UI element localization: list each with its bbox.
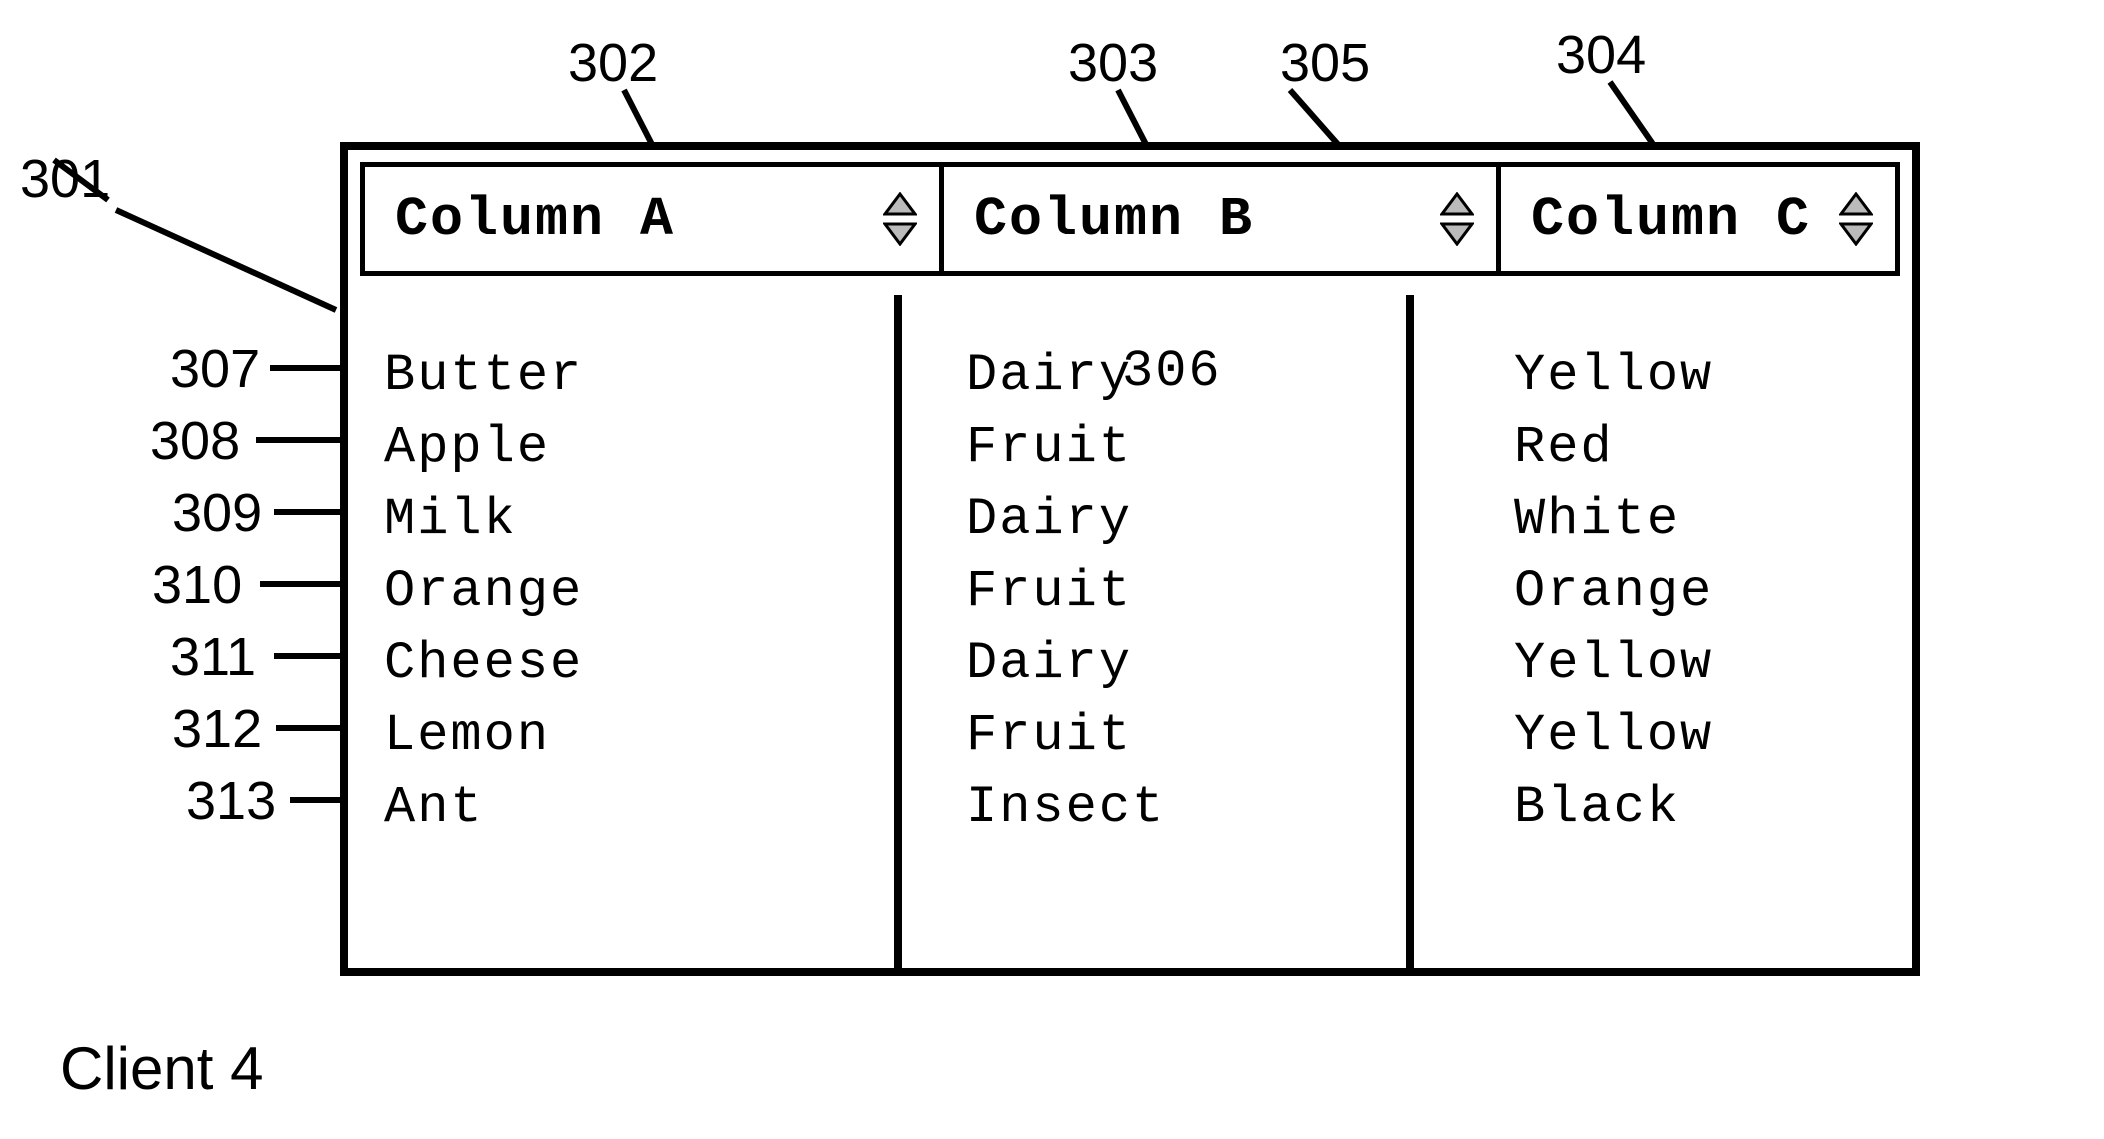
- column-b-label: Column B: [974, 188, 1254, 251]
- ref-301: 301: [20, 152, 110, 206]
- cell-a: Lemon: [348, 699, 930, 771]
- column-c-label: Column C: [1531, 188, 1811, 251]
- ref-307: 307: [170, 342, 260, 396]
- cell-c: Orange: [1478, 555, 1912, 627]
- figure-caption: Client 4: [60, 1034, 263, 1103]
- ref-312: 312: [172, 702, 262, 756]
- sort-control-b[interactable]: [1440, 192, 1474, 246]
- cell-b: Insect: [930, 771, 1478, 843]
- table-row: Ant Insect Black: [348, 771, 1912, 843]
- ref-308: 308: [150, 414, 240, 468]
- sort-down-icon[interactable]: [1440, 222, 1474, 246]
- ref-311: 311: [170, 630, 256, 684]
- cell-b: Fruit: [930, 555, 1478, 627]
- table-body: Butter Dairy Yellow Apple Fruit Red Milk…: [348, 295, 1912, 968]
- cell-b: Dairy: [930, 483, 1478, 555]
- cell-c: Yellow: [1478, 627, 1912, 699]
- column-a-label: Column A: [395, 188, 675, 251]
- sort-control-c[interactable]: [1839, 192, 1873, 246]
- ref-302: 302: [568, 36, 658, 90]
- cell-c: Yellow: [1478, 339, 1912, 411]
- sort-down-icon[interactable]: [883, 222, 917, 246]
- sort-up-icon[interactable]: [883, 192, 917, 216]
- cell-a: Apple: [348, 411, 930, 483]
- table-row: Butter Dairy Yellow: [348, 339, 1912, 411]
- cell-b: Dairy: [930, 339, 1478, 411]
- table-row: Lemon Fruit Yellow: [348, 699, 1912, 771]
- cell-a: Orange: [348, 555, 930, 627]
- cell-c: Black: [1478, 771, 1912, 843]
- table-row: Cheese Dairy Yellow: [348, 627, 1912, 699]
- ref-304: 304: [1556, 28, 1646, 82]
- cell-c: Yellow: [1478, 699, 1912, 771]
- ref-310: 310: [152, 558, 242, 612]
- ref-309: 309: [172, 486, 262, 540]
- cell-c: White: [1478, 483, 1912, 555]
- column-header-c[interactable]: Column C: [1496, 167, 1895, 271]
- table-row: Milk Dairy White: [348, 483, 1912, 555]
- data-table: Column A Column B Column C: [340, 142, 1920, 976]
- cell-a: Butter: [348, 339, 930, 411]
- column-header-b[interactable]: Column B: [939, 167, 1496, 271]
- table-row: Orange Fruit Orange: [348, 555, 1912, 627]
- table-row: Apple Fruit Red: [348, 411, 1912, 483]
- sort-up-icon[interactable]: [1839, 192, 1873, 216]
- cell-c: Red: [1478, 411, 1912, 483]
- cell-a: Milk: [348, 483, 930, 555]
- sort-down-icon[interactable]: [1839, 222, 1873, 246]
- cell-a: Cheese: [348, 627, 930, 699]
- header-row: Column A Column B Column C: [360, 162, 1900, 276]
- cell-a: Ant: [348, 771, 930, 843]
- sort-up-icon[interactable]: [1440, 192, 1474, 216]
- ref-303: 303: [1068, 36, 1158, 90]
- diagram-canvas: 302 303 305 304 301 307 308 309 310 311 …: [0, 0, 2104, 1139]
- ref-305: 305: [1280, 36, 1370, 90]
- sort-control-a[interactable]: [883, 192, 917, 246]
- column-header-a[interactable]: Column A: [365, 167, 939, 271]
- cell-b: Dairy: [930, 627, 1478, 699]
- cell-b: Fruit: [930, 411, 1478, 483]
- cell-b: Fruit: [930, 699, 1478, 771]
- ref-313: 313: [186, 774, 276, 828]
